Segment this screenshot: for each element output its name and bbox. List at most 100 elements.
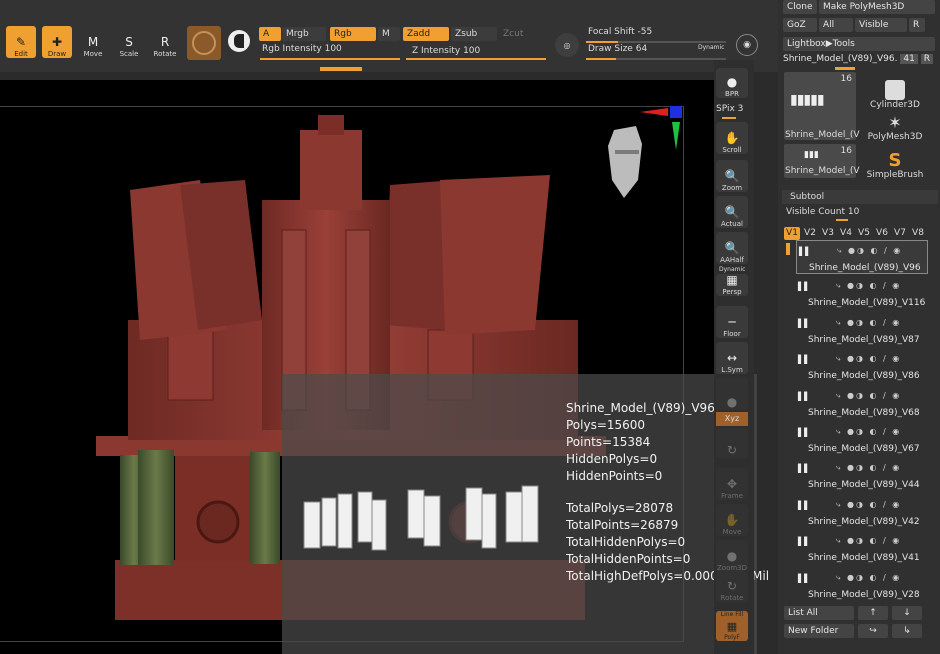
spix-control[interactable]: SPix 3 <box>716 104 743 114</box>
toolbar-scroll-indicator[interactable] <box>320 67 362 71</box>
move-down-button[interactable]: ↓ <box>892 606 922 620</box>
rotate-icon: R <box>160 35 170 49</box>
floor-label: Floor <box>723 330 741 338</box>
visible-count-label: Visible Count <box>786 207 845 217</box>
aahalf-icon: 🔍 <box>724 241 740 255</box>
new-folder-button[interactable]: New Folder <box>784 624 854 638</box>
subtool-visibility-icon[interactable]: ⤷ ●◑ ◐ ∕ ◉ <box>836 281 901 291</box>
tab-v5[interactable]: V5 <box>856 227 872 240</box>
subtool-header[interactable]: Subtool <box>782 190 938 204</box>
cylinder3d-tool[interactable]: Cylinder3D <box>860 72 930 110</box>
tool-slider[interactable] <box>835 67 855 70</box>
current-tool-field[interactable]: Shrine_Model_(V89)_V96. 41 R <box>783 54 935 68</box>
clone-button[interactable]: Clone <box>783 0 817 14</box>
subtool-row[interactable]: ▌▌ ⤷ ●◑ ◐ ∕ ◉ Shrine_Model_(V89)_V41 <box>796 531 928 565</box>
dynamic-label[interactable]: Dynamic <box>698 44 724 51</box>
tab-v8[interactable]: V8 <box>910 227 926 240</box>
bpr-button[interactable]: ● BPR <box>716 68 748 98</box>
texture-swatch[interactable] <box>228 30 250 52</box>
goz-button[interactable]: GoZ <box>783 18 817 32</box>
move-button[interactable]: M Move <box>78 26 108 58</box>
subtool-row[interactable]: ▌▌ ⤷ ●◑ ◐ ∕ ◉ Shrine_Model_(V89)_V96 <box>796 240 928 274</box>
sym-y-button[interactable]: ↻ <box>716 428 748 458</box>
subtool-visibility-icon[interactable]: ⤷ ●◑ ◐ ∕ ◉ <box>836 354 901 364</box>
r-small-button[interactable]: R <box>920 54 933 64</box>
lsym-button[interactable]: ↔ L.Sym <box>716 342 748 374</box>
subtool-visibility-icon[interactable]: ⤷ ●◑ ◐ ∕ ◉ <box>836 391 901 401</box>
zoom3d-button[interactable]: ● Zoom3D <box>716 540 748 572</box>
subtool-row[interactable]: ▌▌ ⤷ ●◑ ◐ ∕ ◉ Shrine_Model_(V89)_V68 <box>796 386 928 420</box>
persp-button[interactable]: ▦ Persp <box>716 273 748 296</box>
subtool-visibility-icon[interactable]: ⤷ ●◑ ◐ ∕ ◉ <box>836 500 901 510</box>
tool-thumb-second[interactable]: 16 ▮▮▮ Shrine_Model_(V <box>784 144 860 178</box>
xyz-button[interactable]: Xyz <box>716 412 748 426</box>
subtool-visibility-icon[interactable]: ⤷ ●◑ ◐ ∕ ◉ <box>836 318 901 328</box>
all-button[interactable]: All <box>819 18 853 32</box>
make-polymesh-button[interactable]: Make PolyMesh3D <box>819 0 935 14</box>
subtool-visibility-icon[interactable]: ⤷ ●◑ ◐ ∕ ◉ <box>837 246 902 256</box>
edit-button[interactable]: ✎ Edit <box>6 26 36 58</box>
move-out-button[interactable]: ↳ <box>892 624 922 638</box>
rotate-button[interactable]: R Rotate <box>150 26 180 58</box>
material-swatch[interactable] <box>187 26 221 60</box>
draw-size-slider[interactable]: Draw Size 64 <box>588 44 647 54</box>
z-intensity-slider[interactable]: Z Intensity 100 <box>412 46 480 56</box>
visible-button[interactable]: Visible <box>855 18 907 32</box>
tool-thumb-current[interactable]: 16 ▮▮▮▮▮ Shrine_Model_(V <box>784 72 860 140</box>
polymesh3d-tool[interactable]: ✶ PolyMesh3D <box>860 110 930 142</box>
zoom-button[interactable]: 🔍 Zoom <box>716 160 748 192</box>
rgb-intensity-slider[interactable]: Rgb Intensity 100 <box>262 44 342 54</box>
local-button[interactable]: ● <box>716 378 748 410</box>
tab-v7[interactable]: V7 <box>892 227 908 240</box>
polyf-button[interactable]: Line Fill ▦ PolyF <box>716 611 748 641</box>
s-brush-icon: S <box>888 150 902 171</box>
lightbox-tools-button[interactable]: Lightbox▶Tools <box>783 37 935 51</box>
tab-v3[interactable]: V3 <box>820 227 836 240</box>
subtool-visibility-icon[interactable]: ⤷ ●◑ ◐ ∕ ◉ <box>836 427 901 437</box>
subtool-row[interactable]: ▌▌ ⤷ ●◑ ◐ ∕ ◉ Shrine_Model_(V89)_V44 <box>796 458 928 492</box>
move-up-button[interactable]: ↑ <box>858 606 888 620</box>
subtool-row[interactable]: ▌▌ ⤷ ●◑ ◐ ∕ ◉ Shrine_Model_(V89)_V87 <box>796 313 928 347</box>
list-all-button[interactable]: List All <box>784 606 854 620</box>
floor-button[interactable]: ─ Floor <box>716 306 748 338</box>
move-view-button[interactable]: ✋ Move <box>716 504 748 536</box>
zcut-toggle[interactable]: Zcut <box>499 27 545 41</box>
subtool-name: Shrine_Model_(V89)_V42 <box>808 516 920 527</box>
z-intensity-fill <box>406 58 546 60</box>
subtool-row[interactable]: ▌▌ ⤷ ●◑ ◐ ∕ ◉ Shrine_Model_(V89)_V28 <box>796 568 928 602</box>
subtool-row[interactable]: ▌▌ ⤷ ●◑ ◐ ∕ ◉ Shrine_Model_(V89)_V116 <box>796 276 928 310</box>
tab-v4[interactable]: V4 <box>838 227 854 240</box>
tab-v1[interactable]: V1 <box>784 227 800 240</box>
subtool-row[interactable]: ▌▌ ⤷ ●◑ ◐ ∕ ◉ Shrine_Model_(V89)_V42 <box>796 495 928 529</box>
focal-shift-slider[interactable]: Focal Shift -55 <box>588 27 652 37</box>
subtool-visibility-icon[interactable]: ⤷ ●◑ ◐ ∕ ◉ <box>836 536 901 546</box>
r-button[interactable]: R <box>909 18 925 32</box>
mrgb-toggle[interactable]: Mrgb <box>282 27 326 41</box>
subtool-visibility-icon[interactable]: ⤷ ●◑ ◐ ∕ ◉ <box>836 573 901 583</box>
scale-button[interactable]: S Scale <box>114 26 144 58</box>
zsub-toggle[interactable]: Zsub <box>451 27 497 41</box>
move-in-button[interactable]: ↪ <box>858 624 888 638</box>
persp-dynamic-label[interactable]: Dynamic <box>719 266 745 273</box>
subtool-row[interactable]: ▌▌ ⤷ ●◑ ◐ ∕ ◉ Shrine_Model_(V89)_V86 <box>796 349 928 383</box>
frame-button[interactable]: ✥ Frame <box>716 468 748 500</box>
lightbox-toggle[interactable]: ◉ <box>736 34 758 56</box>
draw-button[interactable]: ✚ Draw <box>42 26 72 58</box>
actual-button[interactable]: 🔍 Actual <box>716 196 748 228</box>
subtool-row[interactable]: ▌▌ ⤷ ●◑ ◐ ∕ ◉ Shrine_Model_(V89)_V67 <box>796 422 928 456</box>
rotate-view-button[interactable]: ↻ Rotate <box>716 572 748 602</box>
scroll-button[interactable]: ✋ Scroll <box>716 122 748 154</box>
a-toggle[interactable]: A <box>259 27 281 41</box>
tab-v6[interactable]: V6 <box>874 227 890 240</box>
aahalf-button[interactable]: 🔍 AAHalf <box>716 232 748 264</box>
zadd-toggle[interactable]: Zadd <box>403 27 449 41</box>
spix-slider[interactable] <box>722 117 736 119</box>
subtool-list-scroll[interactable] <box>786 243 790 255</box>
visible-count-slider[interactable]: Visible Count 10 <box>786 207 859 217</box>
m-toggle[interactable]: M <box>378 27 400 41</box>
tab-v2[interactable]: V2 <box>802 227 818 240</box>
simplebrush-tool[interactable]: S SimpleBrush <box>860 144 930 181</box>
sym-button[interactable]: ◎ <box>555 33 579 57</box>
subtool-visibility-icon[interactable]: ⤷ ●◑ ◐ ∕ ◉ <box>836 463 901 473</box>
rgb-toggle[interactable]: Rgb <box>330 27 376 41</box>
